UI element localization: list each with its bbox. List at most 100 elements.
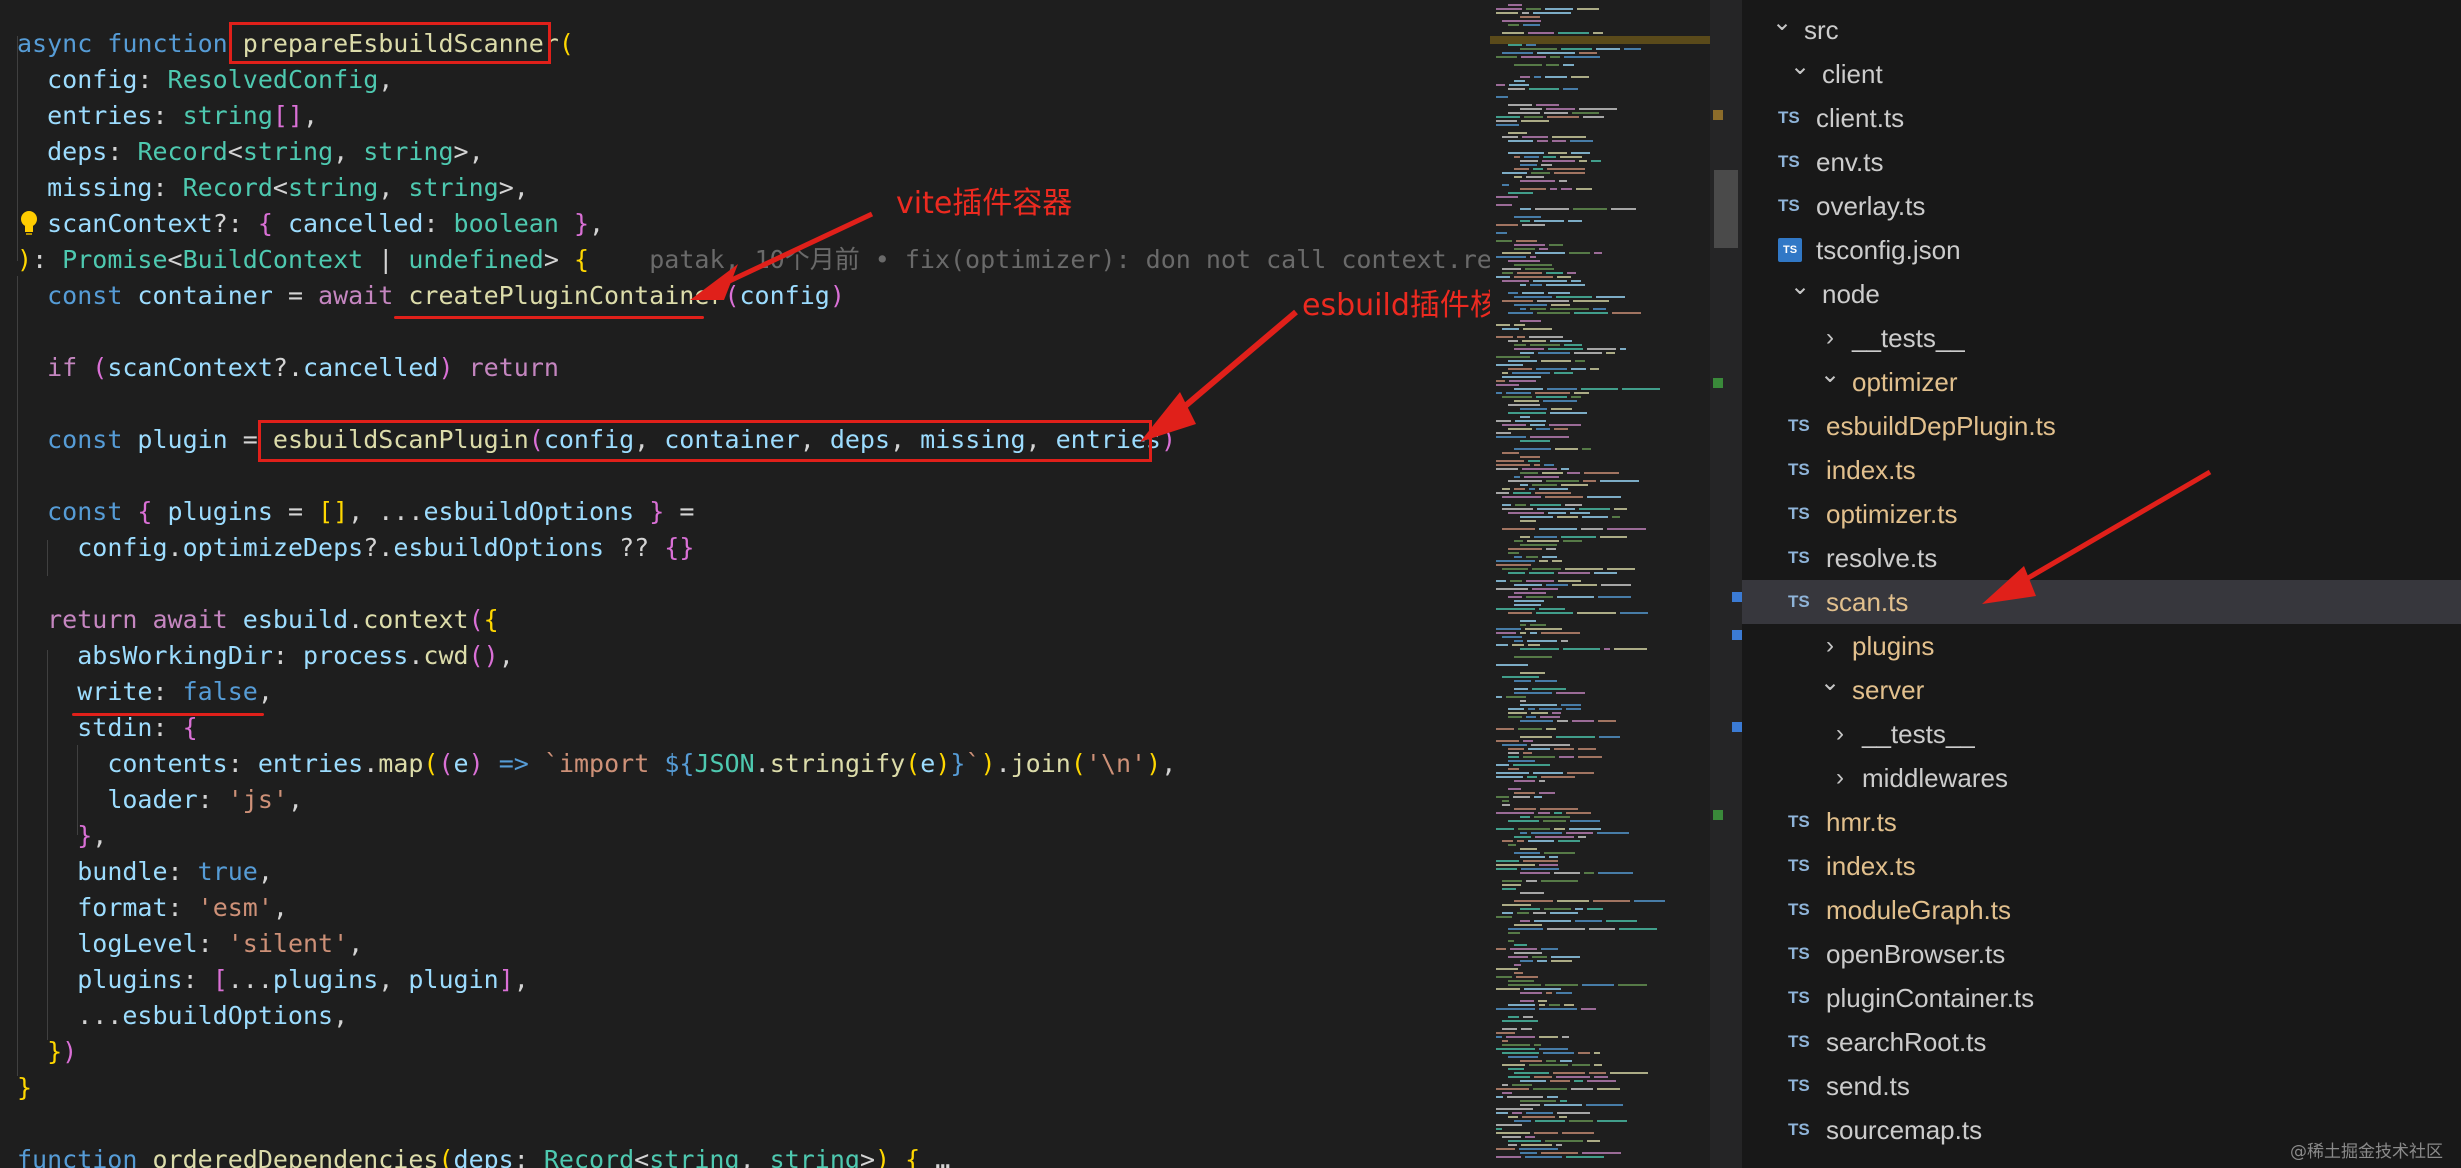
chevron-down-icon[interactable]: ⌄ — [1770, 8, 1794, 52]
minimap-line — [1550, 188, 1557, 190]
minimap-line — [1562, 1036, 1569, 1038]
minimap-line — [1508, 612, 1532, 614]
minimap-line — [1599, 736, 1620, 738]
tree-folder-__tests__[interactable]: › __tests__ — [1742, 316, 2461, 360]
minimap-line — [1510, 580, 1522, 582]
minimap-line — [1520, 736, 1552, 738]
minimap-line — [1560, 1100, 1567, 1102]
tree-file-pluginContainer.ts[interactable]: TS pluginContainer.ts — [1742, 976, 2461, 1020]
minimap-line — [1561, 48, 1592, 50]
minimap-line — [1522, 12, 1529, 14]
minimap-line — [1502, 496, 1541, 498]
chevron-down-icon[interactable]: ⌄ — [1788, 272, 1812, 316]
minimap-line — [1554, 372, 1573, 374]
minimap-line — [1516, 976, 1538, 978]
tree-file-overlay.ts[interactable]: TS overlay.ts — [1742, 184, 2461, 228]
minimap-line — [1496, 336, 1513, 338]
minimap-line — [1524, 116, 1543, 118]
tree-file-tsconfig.json[interactable]: TS tsconfig.json — [1742, 228, 2461, 272]
minimap-line — [1552, 140, 1566, 142]
chevron-right-icon[interactable]: › — [1828, 712, 1852, 756]
tree-file-optimizer.ts[interactable]: TS optimizer.ts — [1742, 492, 2461, 536]
minimap-line — [1508, 844, 1516, 846]
minimap-line — [1517, 272, 1542, 274]
tree-file-searchRoot.ts[interactable]: TS searchRoot.ts — [1742, 1020, 2461, 1064]
minimap-line — [1620, 612, 1648, 614]
minimap-line — [1560, 1060, 1572, 1062]
tree-folder-src[interactable]: ⌄ src — [1742, 8, 2461, 52]
minimap-line — [1541, 164, 1552, 166]
tree-folder-node[interactable]: ⌄ node — [1742, 272, 2461, 316]
minimap-line — [1520, 720, 1553, 722]
minimap-line — [1597, 1088, 1620, 1090]
minimap-line — [1520, 624, 1526, 626]
tree-file-index.ts[interactable]: TS index.ts — [1742, 448, 2461, 492]
minimap-line — [1508, 412, 1546, 414]
minimap[interactable] — [1490, 0, 1710, 1168]
file-explorer[interactable]: ⌄ src ⌄ client TS client.ts TS env.ts TS overlay.… — [1742, 0, 2461, 1168]
code-editor[interactable]: async function prepareEsbuildScanner( co… — [0, 0, 1490, 1168]
tree-file-esbuildDepPlugin.ts[interactable]: TS esbuildDepPlugin.ts — [1742, 404, 2461, 448]
minimap-line — [1552, 712, 1561, 714]
minimap-line — [1594, 252, 1602, 254]
minimap-line — [1579, 52, 1597, 54]
minimap-line — [1614, 648, 1647, 650]
minimap-line — [1549, 424, 1581, 426]
chevron-down-icon[interactable]: ⌄ — [1788, 52, 1812, 96]
chevron-right-icon[interactable]: › — [1818, 624, 1842, 668]
minimap-line — [1564, 1004, 1574, 1006]
tree-folder-middlewares[interactable]: › middlewares — [1742, 756, 2461, 800]
minimap-line — [1520, 960, 1533, 962]
typescript-file-icon: TS — [1788, 944, 1810, 963]
minimap-line — [1604, 648, 1610, 650]
tree-folder-__tests__[interactable]: › __tests__ — [1742, 712, 2461, 756]
minimap-line — [1496, 764, 1509, 766]
tree-file-index.ts[interactable]: TS index.ts — [1742, 844, 2461, 888]
tree-folder-optimizer[interactable]: ⌄ optimizer — [1742, 360, 2461, 404]
minimap-line — [1502, 804, 1510, 806]
minimap-line — [1554, 428, 1568, 430]
minimap-line — [1583, 116, 1604, 118]
tree-file-env.ts[interactable]: TS env.ts — [1742, 140, 2461, 184]
tree-file-client.ts[interactable]: TS client.ts — [1742, 96, 2461, 140]
minimap-line — [1596, 296, 1625, 298]
minimap-line — [1583, 480, 1596, 482]
typescript-file-icon: TS — [1788, 1032, 1810, 1051]
tree-item-label: esbuildDepPlugin.ts — [1826, 411, 2056, 441]
chevron-down-icon[interactable]: ⌄ — [1818, 360, 1842, 404]
minimap-line — [1515, 504, 1526, 506]
minimap-line — [1575, 920, 1602, 922]
minimap-line — [1534, 816, 1570, 818]
minimap-line — [1514, 692, 1552, 694]
minimap-line — [1508, 940, 1514, 942]
minimap-line — [1567, 272, 1576, 274]
chevron-right-icon[interactable]: › — [1818, 316, 1842, 360]
tree-folder-plugins[interactable]: › plugins — [1742, 624, 2461, 668]
minimap-line — [1530, 344, 1560, 346]
tree-folder-server[interactable]: ⌄ server — [1742, 668, 2461, 712]
tree-file-openBrowser.ts[interactable]: TS openBrowser.ts — [1742, 932, 2461, 976]
minimap-line — [1582, 516, 1608, 518]
tree-file-scan.ts[interactable]: TS scan.ts — [1742, 580, 2461, 624]
minimap-line — [1548, 152, 1567, 154]
minimap-line — [1559, 1116, 1567, 1118]
editor-scrollbar[interactable] — [1710, 0, 1742, 1168]
minimap-line — [1508, 708, 1524, 710]
tree-file-moduleGraph.ts[interactable]: TS moduleGraph.ts — [1742, 888, 2461, 932]
minimap-line — [1556, 296, 1592, 298]
minimap-line — [1551, 960, 1572, 962]
scrollbar-thumb[interactable] — [1714, 170, 1738, 248]
chevron-down-icon[interactable]: ⌄ — [1818, 668, 1842, 712]
tree-file-hmr.ts[interactable]: TS hmr.ts — [1742, 800, 2461, 844]
chevron-right-icon[interactable]: › — [1828, 756, 1852, 800]
minimap-line — [1528, 708, 1535, 710]
minimap-line — [1502, 52, 1533, 54]
tree-file-send.ts[interactable]: TS send.ts — [1742, 1064, 2461, 1108]
tree-folder-client[interactable]: ⌄ client — [1742, 52, 2461, 96]
minimap-line — [1532, 688, 1566, 690]
minimap-line — [1496, 1088, 1529, 1090]
minimap-line — [1536, 612, 1573, 614]
tree-file-resolve.ts[interactable]: TS resolve.ts — [1742, 536, 2461, 580]
minimap-line — [1534, 536, 1557, 538]
minimap-line — [1525, 268, 1554, 270]
